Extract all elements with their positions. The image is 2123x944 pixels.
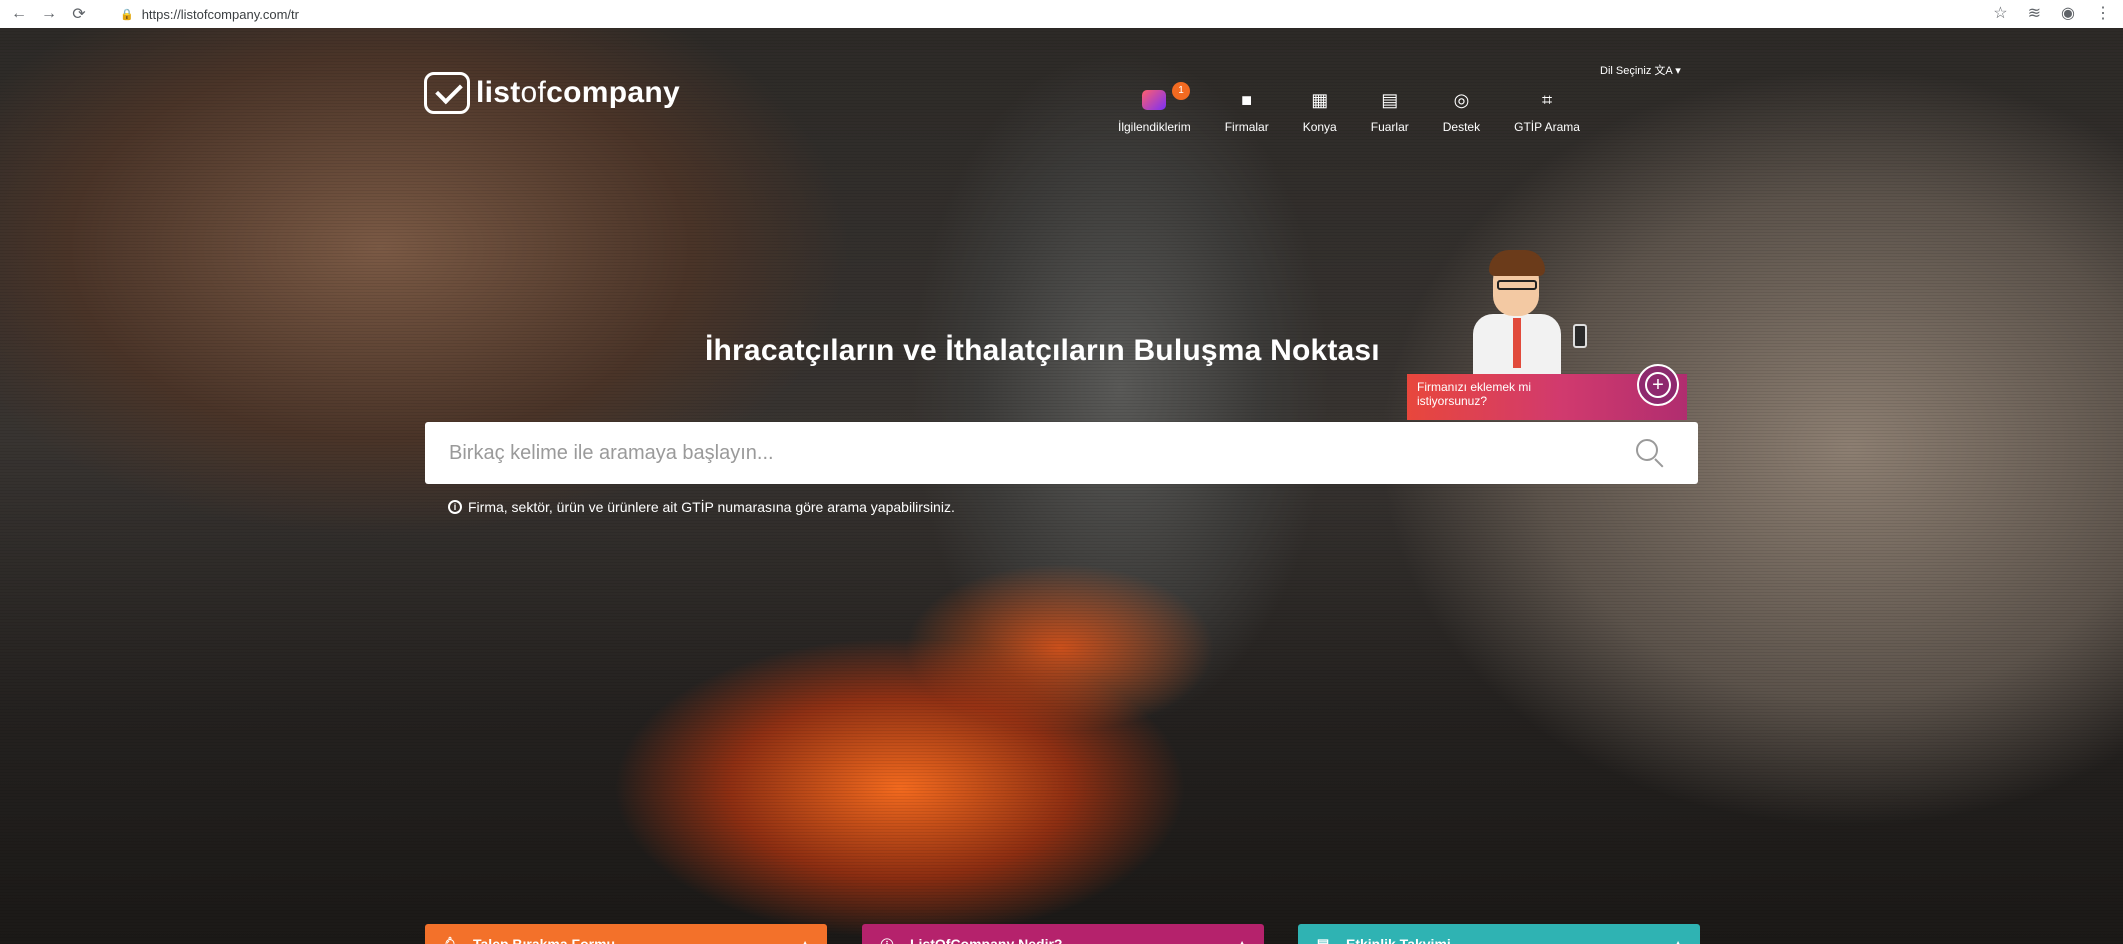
search-bar [425,422,1698,484]
address-bar[interactable]: https://listofcompany.com/tr [142,7,299,22]
search-input[interactable] [425,422,1630,484]
language-selector[interactable]: Dil Seçiniz 文A ▾ [1600,62,1681,78]
building-icon: ▦ [1311,89,1329,110]
favorites-icon [1141,88,1167,112]
bell-icon: 🔔︎ [441,936,459,944]
main-nav: 1 İlgilendiklerim ■ Firmalar ▦ Konya ▤ F… [1118,82,1614,135]
mascot-illustration [1455,250,1605,378]
chevron-up-icon: ▲ [1236,937,1248,944]
nav-item-gtip-search[interactable]: ⌗ GTİP Arama [1514,88,1580,135]
nav-label: Fuarlar [1370,120,1409,134]
plus-icon: + [1645,372,1671,398]
page-title: İhracatçıların ve İthalatçıların Buluşma… [705,334,1380,367]
back-arrow-icon[interactable]: ← [8,3,30,25]
tab-request-form[interactable]: 🔔︎ Talep Bırakma Formu ▲ [425,924,827,944]
nav-label: Firmalar [1224,120,1269,134]
forward-arrow-icon[interactable]: → [38,3,60,25]
nav-item-support[interactable]: ◎ Destek [1442,88,1481,135]
nav-label: GTİP Arama [1514,120,1580,134]
nav-item-fairs[interactable]: ▤ Fuarlar [1370,88,1409,135]
search-hint: i Firma, sektör, ürün ve ürünlere ait GT… [448,499,955,515]
nav-label: Konya [1302,120,1337,134]
tab-label: Etkinlik Takvimi [1346,936,1451,944]
logo-check-icon [424,72,470,114]
briefcase-icon: ■ [1241,89,1253,110]
tab-label: Talep Bırakma Formu [473,936,616,944]
star-icon[interactable]: ☆ [1993,3,2007,23]
calendar-icon: ▤ [1381,89,1399,110]
profile-icon[interactable]: ◉ [2061,3,2075,23]
nav-item-companies[interactable]: ■ Firmalar [1224,88,1269,135]
nav-label: Destek [1442,120,1481,134]
site-logo[interactable]: listofcompany [424,72,680,114]
search-icon[interactable] [1630,433,1670,473]
logo-text: listofcompany [476,76,680,109]
info-icon: i [448,500,462,514]
hero-section: listofcompany Dil Seçiniz 文A ▾ 1 İlgilen… [0,28,2123,944]
tab-label: ListOfCompany Nedir? [910,936,1063,944]
nav-item-konya[interactable]: ▦ Konya [1302,88,1337,135]
reload-icon[interactable]: ⟳ [68,3,90,25]
chevron-up-icon: ▲ [1672,937,1684,944]
menu-dots-icon[interactable]: ⋮ [2095,3,2111,23]
chevron-up-icon: ▲ [799,937,811,944]
support-icon: ◎ [1453,89,1470,110]
add-company-text: Firmanızı eklemek mi istiyorsunuz? [1417,380,1532,408]
info-icon: ⓘ [878,935,896,944]
lock-icon: 🔒 [120,8,134,21]
search-hint-text: Firma, sektör, ürün ve ürünlere ait GTİP… [468,499,955,515]
browser-toolbar: ← → ⟳ 🔒 https://listofcompany.com/tr ☆ ≋… [0,0,2123,28]
nav-item-favorites[interactable]: 1 İlgilendiklerim [1118,82,1191,134]
notification-badge: 1 [1172,82,1190,100]
nav-label: İlgilendiklerim [1118,120,1191,134]
calendar-icon: ▤ [1316,936,1330,944]
extension-icon[interactable]: ≋ [2028,3,2041,23]
tab-about[interactable]: ⓘ ListOfCompany Nedir? ▲ [862,924,1264,944]
scan-icon: ⌗ [1541,89,1553,110]
add-company-button[interactable]: + [1637,364,1679,406]
tab-event-calendar[interactable]: ▤ Etkinlik Takvimi ▲ [1298,924,1700,944]
